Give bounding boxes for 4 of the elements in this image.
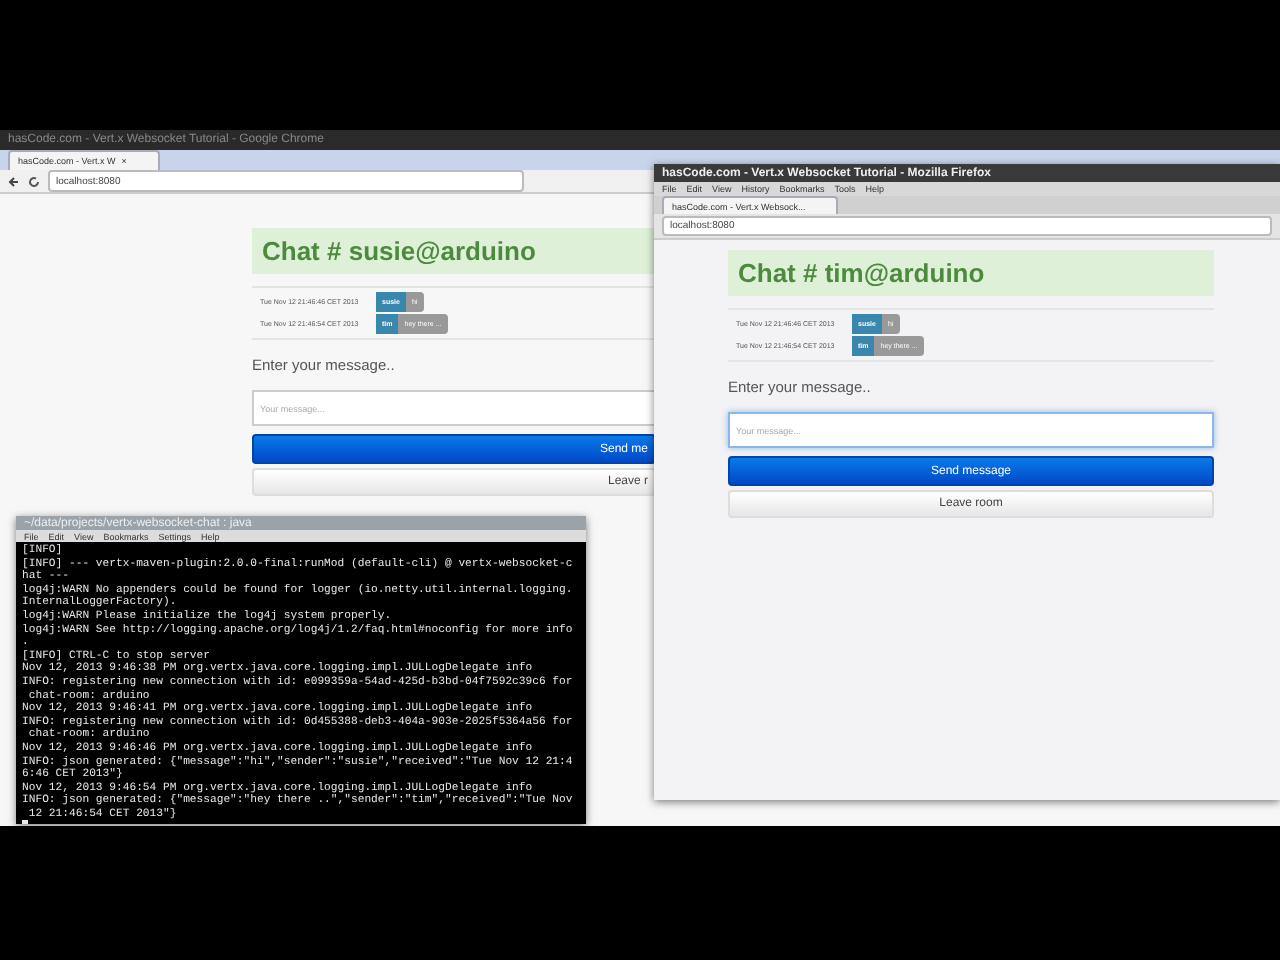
reload-icon[interactable] — [28, 175, 40, 187]
chat-heading: Chat # susie@arduino — [252, 228, 656, 274]
back-icon[interactable] — [8, 175, 20, 187]
chat-heading: Chat # tim@arduino — [728, 250, 1214, 296]
